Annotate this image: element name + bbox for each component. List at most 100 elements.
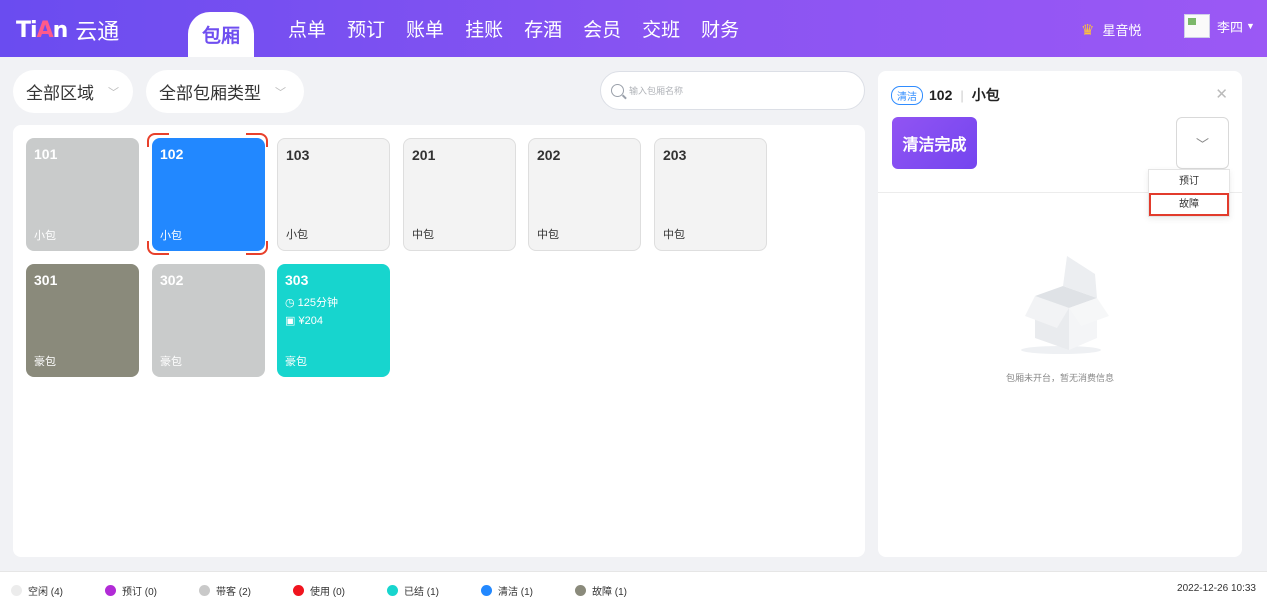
room-card-selected[interactable]: 102 小包 (152, 138, 265, 251)
room-number: 303 (285, 272, 309, 288)
top-bar: TiAn 云通 包厢 点单 预订 账单 挂账 存酒 会员 交班 财务 ♛ 星音悦… (0, 0, 1267, 57)
search-icon (611, 84, 624, 97)
room-number: 301 (34, 272, 58, 288)
legend-dot (11, 585, 22, 596)
title-separator: | (960, 87, 964, 103)
legend-dot (387, 585, 398, 596)
menu-item-fault[interactable]: 故障 (1149, 193, 1229, 216)
room-type: 中包 (663, 229, 685, 241)
chevron-down-icon: ﹀ (1195, 136, 1209, 152)
logo-text: 云通 (75, 19, 120, 44)
legend-label: 带客 (2) (216, 587, 251, 598)
room-type: 小包 (286, 229, 308, 241)
more-actions-button[interactable]: ﹀ (1176, 117, 1229, 169)
legend-fault: 故障 (1) (575, 583, 627, 598)
detail-header: 清洁 102 | 小包 (891, 85, 1000, 105)
legend-dot (575, 585, 586, 596)
main-nav: 包厢 点单 预订 账单 挂账 存酒 会员 交班 财务 (188, 0, 760, 57)
selection-corner (147, 133, 169, 147)
legend-label: 故障 (1) (592, 587, 627, 598)
legend-reserved: 预订 (0) (105, 583, 157, 598)
chevron-down-icon: ﹀ (275, 86, 286, 99)
caret-down-icon: ▼ (1246, 21, 1255, 31)
room-amount: ¥204 (298, 315, 323, 327)
empty-state-text: 包厢未开台，暂无消费信息 (1005, 373, 1114, 383)
more-actions-menu: 预订 故障 (1148, 169, 1230, 217)
selection-corner (246, 241, 268, 255)
room-type: 豪包 (160, 356, 182, 368)
legend-in-use: 使用 (0) (293, 583, 345, 598)
room-type: 豪包 (34, 356, 56, 368)
nav-bills[interactable]: 账单 (406, 0, 444, 57)
legend-dot (293, 585, 304, 596)
legend-dot (481, 585, 492, 596)
legend-label: 预订 (0) (122, 587, 157, 598)
room-type: 中包 (412, 229, 434, 241)
legend-with-guest: 带客 (2) (199, 583, 251, 598)
nav-finance[interactable]: 财务 (701, 0, 739, 57)
legend-label: 使用 (0) (310, 587, 345, 598)
legend-label: 已结 (1) (404, 587, 439, 598)
room-type-filter[interactable]: 全部包厢类型 ﹀ (146, 70, 304, 113)
room-type: 中包 (537, 229, 559, 241)
current-datetime: 2022-12-26 10:33 (1177, 583, 1256, 594)
crown-icon: ♛ (1081, 21, 1095, 39)
wallet-icon: ▣ (285, 315, 296, 327)
clock-icon: ◷ (285, 297, 295, 309)
nav-rooms[interactable]: 包厢 (188, 12, 255, 57)
room-card[interactable]: 302 豪包 (152, 264, 265, 377)
nav-reservation[interactable]: 预订 (347, 0, 385, 57)
store-name-label: 星音悦 (1102, 23, 1142, 38)
room-card[interactable]: 303 ◷ 125分钟 ▣ ¥204 豪包 (277, 264, 390, 377)
room-type: 小包 (34, 230, 56, 242)
nav-order[interactable]: 点单 (288, 0, 326, 57)
room-number: 101 (34, 146, 58, 162)
room-number: 202 (537, 147, 561, 163)
user-menu[interactable]: 李四 ▼ (1184, 14, 1255, 38)
store-name[interactable]: ♛ 星音悦 (1081, 20, 1141, 39)
room-number: 201 (412, 147, 436, 163)
room-number: 302 (160, 272, 184, 288)
nav-shift[interactable]: 交班 (642, 0, 680, 57)
room-search[interactable] (600, 71, 865, 110)
nav-liquor-storage[interactable]: 存酒 (524, 0, 562, 57)
area-filter[interactable]: 全部区域 ﹀ (13, 70, 133, 113)
room-card[interactable]: 201 中包 (403, 138, 516, 251)
room-card[interactable]: 301 豪包 (26, 264, 139, 377)
user-name: 李四 (1217, 19, 1244, 35)
room-card[interactable]: 202 中包 (528, 138, 641, 251)
room-number: 103 (286, 147, 310, 163)
room-number: 203 (663, 147, 687, 163)
status-bar: 空闲 (4) 预订 (0) 带客 (2) 使用 (0) 已结 (1) 清洁 (1… (0, 571, 1267, 605)
room-card[interactable]: 101 小包 (26, 138, 139, 251)
clean-complete-button[interactable]: 清洁完成 (892, 117, 977, 169)
selection-corner (246, 133, 268, 147)
empty-state: 包厢未开台，暂无消费信息 (878, 246, 1242, 384)
room-card[interactable]: 103 小包 (277, 138, 390, 251)
legend-dot (105, 585, 116, 596)
nav-members[interactable]: 会员 (583, 0, 621, 57)
search-input[interactable] (629, 85, 829, 96)
detail-room-number: 102 (929, 87, 953, 103)
legend-cleaning: 清洁 (1) (481, 583, 533, 598)
nav-credit[interactable]: 挂账 (465, 0, 503, 57)
chevron-down-icon: ﹀ (108, 86, 119, 99)
legend-label: 空闲 (4) (28, 587, 63, 598)
menu-item-reserve[interactable]: 预订 (1149, 170, 1229, 193)
avatar (1184, 14, 1210, 38)
close-icon[interactable]: ✕ (1215, 85, 1228, 103)
room-number: 102 (160, 146, 184, 162)
room-type: 豪包 (285, 356, 307, 368)
status-badge: 清洁 (891, 85, 923, 105)
logo-mark: TiAn (16, 17, 68, 43)
detail-room-type: 小包 (971, 87, 1000, 103)
room-type-filter-value: 全部包厢类型 (159, 84, 261, 103)
legend-settled: 已结 (1) (387, 583, 439, 598)
area-filter-value: 全部区域 (26, 84, 94, 103)
selection-corner (147, 241, 169, 255)
legend-label: 清洁 (1) (498, 587, 533, 598)
room-card[interactable]: 203 中包 (654, 138, 767, 251)
room-detail-panel: 清洁 102 | 小包 ✕ 清洁完成 ﹀ 预订 故障 包厢未开台，暂无消费信息 (878, 71, 1242, 557)
empty-box-icon (1021, 256, 1109, 354)
room-grid: 101 小包 102 小包 103 小包 201 中包 202 中包 203 中… (13, 125, 865, 557)
